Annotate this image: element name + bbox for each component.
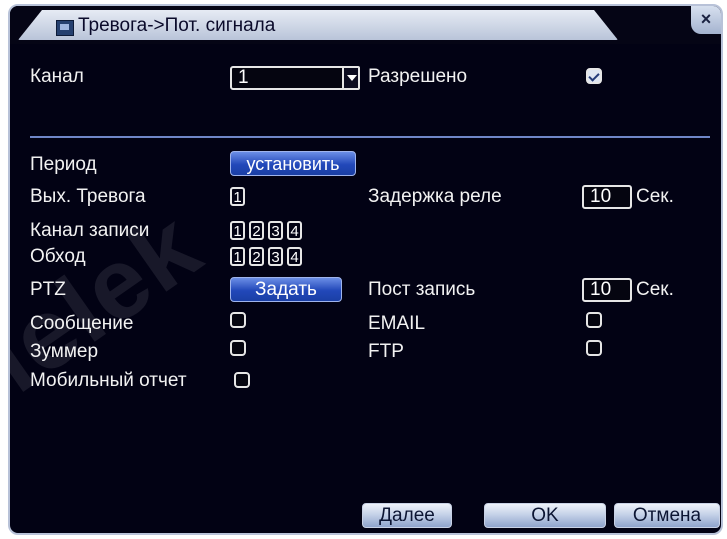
ftp-checkbox[interactable] (586, 340, 602, 356)
tour-channel-2[interactable]: 2 (249, 247, 264, 266)
chevron-down-icon[interactable] (342, 66, 360, 90)
email-checkbox[interactable] (586, 312, 602, 328)
message-checkbox[interactable] (230, 312, 246, 328)
mobile-report-label: Мобильный отчет (30, 370, 187, 391)
post-record-unit: Сек. (636, 279, 674, 300)
channel-value: 1 (238, 67, 249, 88)
period-set-button[interactable]: установить (230, 151, 356, 176)
title-bar: Тревога->Пот. сигнала × (10, 6, 721, 44)
window-icon (56, 20, 74, 36)
tour-channel-4[interactable]: 4 (287, 247, 302, 266)
buzzer-checkbox[interactable] (230, 340, 246, 356)
post-record-label: Пост запись (368, 279, 476, 300)
cancel-button[interactable]: Отмена (614, 503, 720, 528)
ptz-set-button[interactable]: Задать (230, 277, 342, 302)
record-channel-4[interactable]: 4 (287, 221, 302, 240)
channel-select[interactable]: 1 (230, 66, 360, 90)
enabled-label: Разрешено (368, 66, 468, 87)
message-label: Сообщение (30, 313, 134, 334)
post-record-input[interactable]: 10 (582, 278, 632, 302)
relay-delay-input[interactable]: 10 (582, 185, 632, 209)
buzzer-label: Зуммер (30, 341, 99, 362)
enabled-checkbox[interactable] (586, 68, 602, 84)
mobile-report-checkbox[interactable] (234, 372, 250, 388)
ptz-label: PTZ (30, 279, 66, 300)
alarm-out-channel-1[interactable]: 1 (230, 187, 245, 206)
record-channel-2[interactable]: 2 (249, 221, 264, 240)
divider (30, 136, 710, 138)
close-button[interactable]: × (691, 6, 721, 34)
ftp-label: FTP (368, 341, 404, 362)
window-title: Тревога->Пот. сигнала (78, 15, 276, 36)
relay-delay-unit: Сек. (636, 186, 674, 207)
title-tab: Тревога->Пот. сигнала (18, 10, 618, 40)
ok-button[interactable]: OK (484, 503, 606, 528)
period-label: Период (30, 154, 97, 175)
alarm-out-label: Вых. Тревога (30, 186, 146, 207)
record-channel-label: Канал записи (30, 220, 150, 241)
tour-label: Обход (30, 246, 86, 267)
email-label: EMAIL (368, 313, 426, 334)
next-button[interactable]: Далее (362, 503, 452, 528)
tour-channel-1[interactable]: 1 (230, 247, 245, 266)
record-channel-1[interactable]: 1 (230, 221, 245, 240)
channel-label: Канал (30, 66, 84, 87)
tour-channel-3[interactable]: 3 (268, 247, 283, 266)
relay-delay-label: Задержка реле (368, 186, 502, 207)
record-channel-3[interactable]: 3 (268, 221, 283, 240)
alarm-dialog: Тревога->Пот. сигнала × rielek Канал 1 Р… (8, 4, 723, 535)
